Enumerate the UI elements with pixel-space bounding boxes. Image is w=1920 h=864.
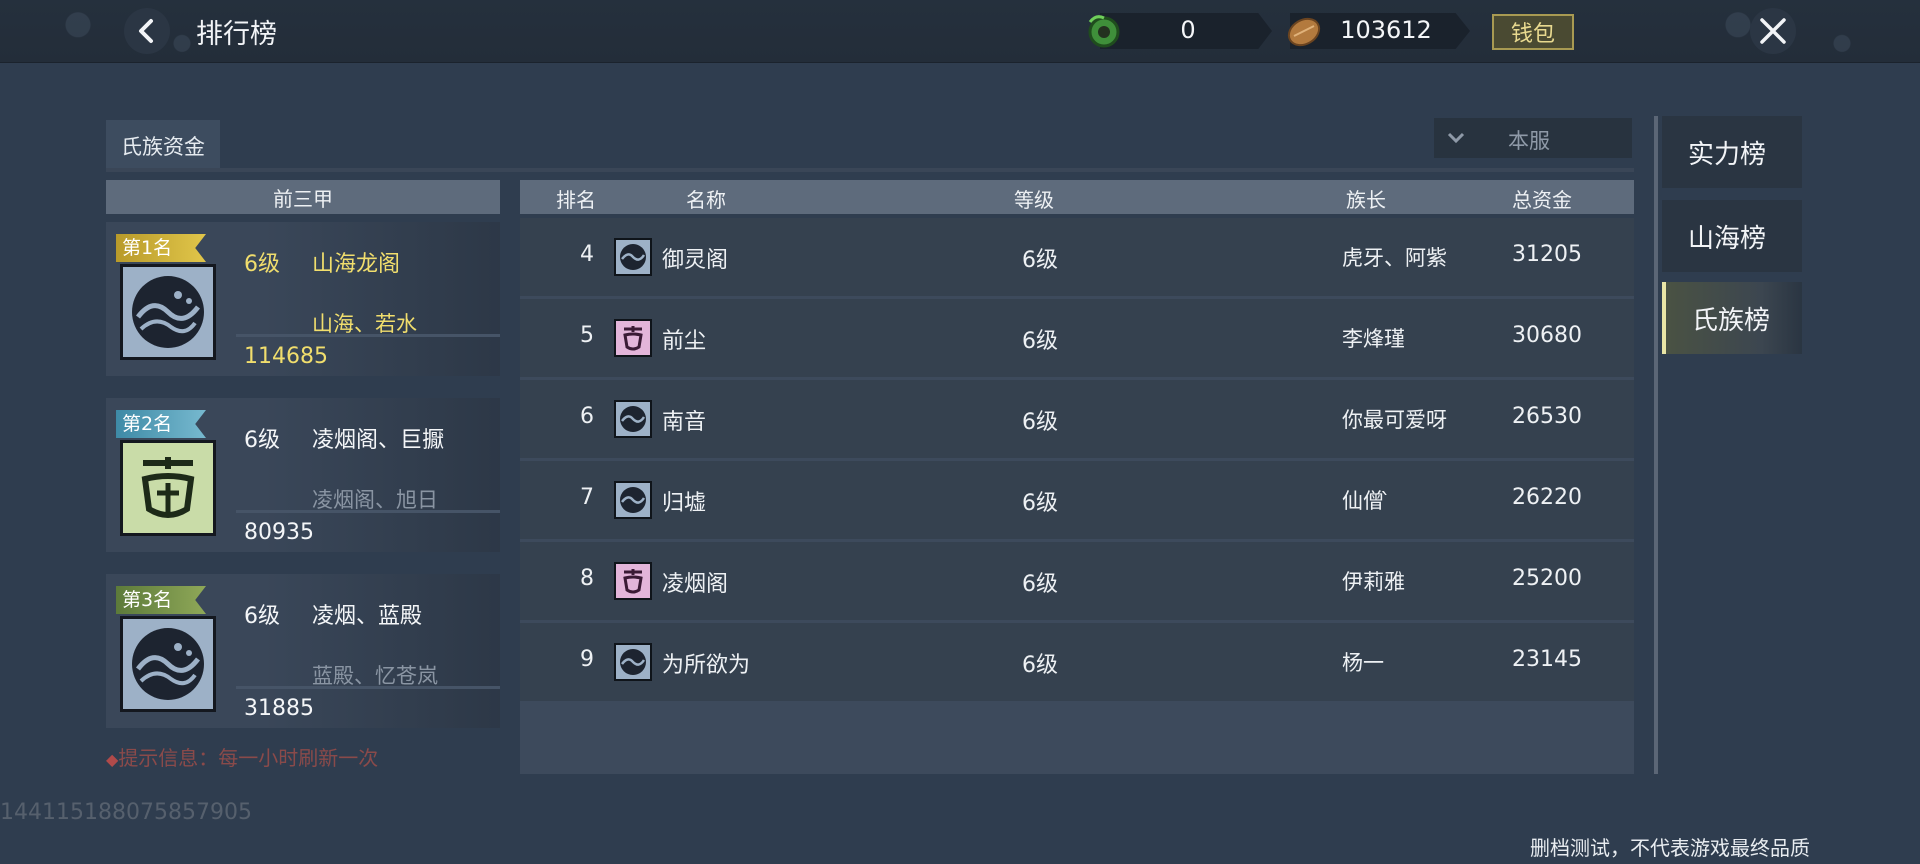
row-level: 6级 (1022, 248, 1058, 273)
jade-currency-icon (1088, 15, 1120, 48)
row-fund: 25200 (1512, 566, 1582, 591)
col-level-header: 等级 (1014, 188, 1054, 212)
col-fund-header: 总资金 (1512, 188, 1572, 212)
table-row[interactable]: 4 御灵阁 6级 虎牙、阿紫 31205 (520, 218, 1634, 296)
wave-emblem-icon (614, 238, 652, 276)
wave-emblem-icon (614, 643, 652, 681)
tab-underline (106, 168, 1634, 172)
row-name: 南音 (662, 410, 707, 435)
col-leader-header: 族长 (1346, 188, 1386, 212)
row-rank: 4 (580, 242, 594, 267)
col-name-header: 名称 (686, 188, 726, 212)
refresh-hint: ◆提示信息：每一小时刷新一次 (106, 742, 378, 771)
tab-power-ranking[interactable]: 实力榜 (1662, 116, 1802, 188)
back-button[interactable] (124, 8, 170, 54)
jade-value: 0 (1180, 16, 1196, 44)
chevron-down-icon (1447, 132, 1465, 144)
clan-fund: 31885 (244, 696, 314, 721)
mask-emblem-icon (614, 319, 652, 357)
row-leader: 李烽瑾 (1342, 327, 1405, 351)
row-level: 6级 (1022, 491, 1058, 516)
top-three-card-1[interactable]: 第1名 6级 山海龙阁 山海、若水 114685 (106, 222, 500, 376)
right-tabs-divider (1654, 116, 1658, 774)
row-leader: 虎牙、阿紫 (1342, 246, 1447, 270)
hint-text: 提示信息：每一小时刷新一次 (118, 746, 379, 770)
beta-disclaimer: 删档测试，不代表游戏最终品质 (1530, 836, 1810, 860)
table-row[interactable]: 7 归墟 6级 仙僧 ̀ 26220 (520, 461, 1634, 539)
table-row[interactable]: 9 为所欲为 6级 杨一 23145 (520, 623, 1634, 701)
rank-ribbon: 第1名 (116, 234, 206, 262)
clan-fund: 80935 (244, 520, 314, 545)
wave-emblem-icon (614, 481, 652, 519)
table-row[interactable]: 5 前尘 6级 李烽瑾 30680 (520, 299, 1634, 377)
rank-ribbon: 第2名 (116, 410, 206, 438)
chevron-left-icon (139, 19, 153, 43)
row-fund: 31205 (1512, 242, 1582, 267)
row-rank: 5 (580, 323, 594, 348)
row-rank: 8 (580, 566, 594, 591)
ranking-table: 4 御灵阁 6级 虎牙、阿紫 31205 5 前尘 6级 李烽瑾 30680 6… (520, 218, 1634, 774)
tab-clan-ranking[interactable]: 氏族榜 (1662, 282, 1802, 354)
clan-level: 6级 (244, 604, 280, 629)
rank-ribbon: 第3名 (116, 586, 206, 614)
page-title: 排行榜 (196, 19, 277, 50)
close-button[interactable] (1750, 8, 1796, 54)
clan-level: 6级 (244, 428, 280, 453)
wave-emblem-icon (120, 616, 216, 712)
tab-clan-funds[interactable]: 氏族资金 (106, 120, 220, 172)
row-leader: 你最可爱呀 (1342, 408, 1447, 432)
wave-emblem-icon (614, 400, 652, 438)
row-leader: 伊莉雅 (1342, 570, 1405, 594)
green-mask-emblem-icon (120, 440, 216, 536)
coin-currency-icon (1287, 17, 1321, 47)
row-leader: 仙僧 ̀ (1342, 489, 1391, 513)
row-level: 6级 (1022, 572, 1058, 597)
player-uid: 144115188075857905 (0, 800, 252, 825)
table-row[interactable]: 8 凌烟阁 6级 伊莉雅 25200 (520, 542, 1634, 620)
row-rank: 7 (580, 485, 594, 510)
clan-level: 6级 (244, 252, 280, 277)
row-fund: 26530 (1512, 404, 1582, 429)
top-three-card-3[interactable]: 第3名 6级 凌烟、蓝殿 蓝殿、忆苍岚 31885 (106, 574, 500, 728)
row-leader: 杨一 (1342, 651, 1384, 675)
row-fund: 26220 (1512, 485, 1582, 510)
row-rank: 9 (580, 647, 594, 672)
top-three-card-2[interactable]: 第2名 6级 凌烟阁、巨擫 凌烟阁、旭日 80935 (106, 398, 500, 552)
row-level: 6级 (1022, 653, 1058, 678)
card-divider (236, 686, 500, 689)
row-level: 6级 (1022, 410, 1058, 435)
coin-value: 103612 (1340, 16, 1432, 44)
row-level: 6级 (1022, 329, 1058, 354)
row-name: 御灵阁 (662, 248, 729, 273)
clan-name: 凌烟阁、巨擫 (312, 428, 445, 453)
card-divider (236, 334, 500, 337)
clan-name: 凌烟、蓝殿 (312, 604, 423, 629)
server-dropdown[interactable]: 本服 (1434, 118, 1632, 158)
clan-name: 山海龙阁 (312, 252, 401, 277)
tab-shanhai-ranking[interactable]: 山海榜 (1662, 200, 1802, 272)
mask-emblem-icon (614, 562, 652, 600)
wave-emblem-icon (120, 264, 216, 360)
row-name: 为所欲为 (662, 653, 751, 678)
close-icon (1760, 18, 1786, 44)
hint-diamond-icon: ◆ (106, 750, 119, 769)
wallet-button[interactable]: 钱包 (1492, 14, 1574, 50)
row-name: 前尘 (662, 329, 707, 354)
row-rank: 6 (580, 404, 594, 429)
top-bar (0, 0, 1920, 63)
server-dropdown-label: 本服 (1508, 129, 1550, 153)
row-fund: 23145 (1512, 647, 1582, 672)
row-fund: 30680 (1512, 323, 1582, 348)
row-name: 凌烟阁 (662, 572, 729, 597)
clan-fund: 114685 (244, 344, 328, 369)
table-row[interactable]: 6 南音 6级 你最可爱呀 26530 (520, 380, 1634, 458)
top-three-heading: 前三甲 (106, 180, 500, 214)
card-divider (236, 510, 500, 513)
row-name: 归墟 (662, 491, 707, 516)
ranking-table-header: 排名 名称 等级 族长 总资金 (520, 180, 1634, 214)
col-rank-header: 排名 (556, 188, 596, 212)
